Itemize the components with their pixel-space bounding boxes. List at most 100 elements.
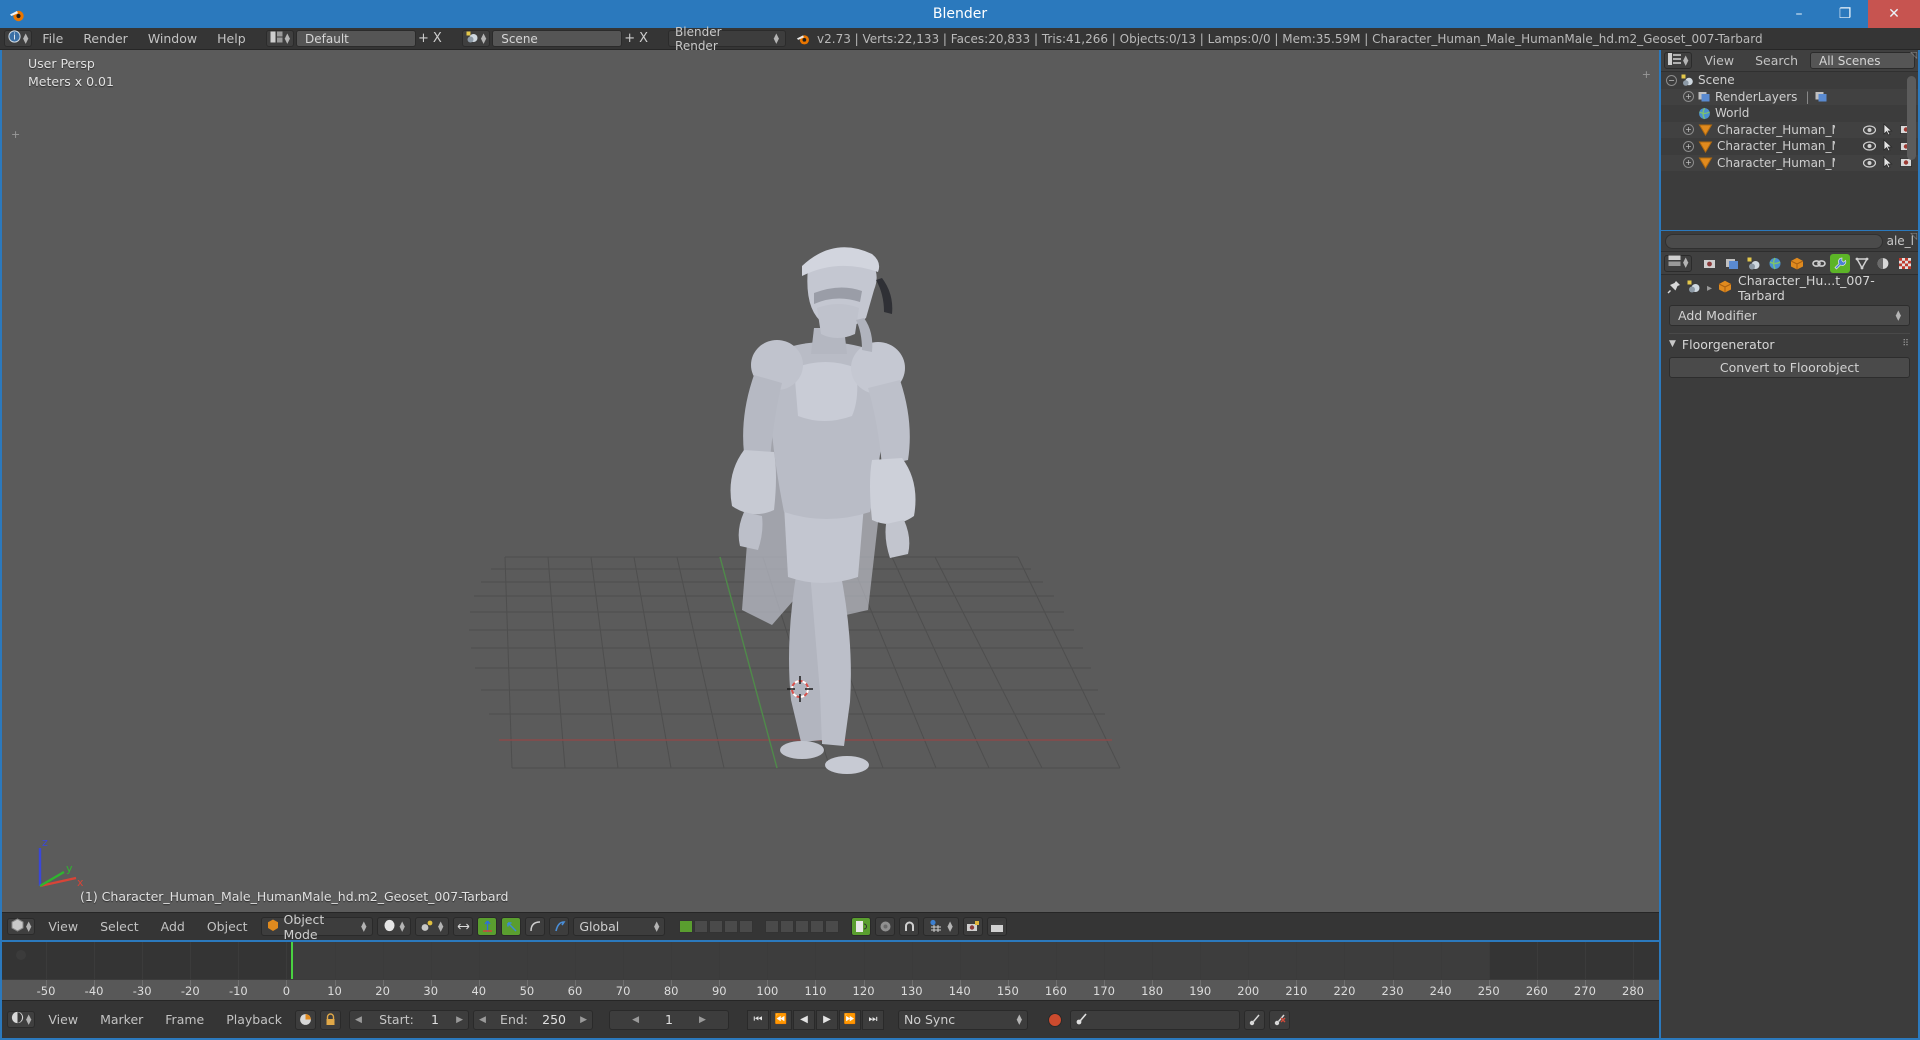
screen-layout-selector[interactable]: ▲ ▼ (265, 30, 295, 47)
eye-icon[interactable] (1862, 124, 1877, 138)
cursor-select-icon[interactable] (1883, 139, 1893, 155)
layer-cell[interactable] (724, 920, 739, 933)
keying-set-field[interactable] (1070, 1009, 1241, 1030)
3d-viewport[interactable]: User Persp Meters x 0.01 (1) Character_H… (2, 50, 1659, 912)
layer-cell[interactable] (694, 920, 709, 933)
viewport-menu-add[interactable]: Add (152, 917, 194, 936)
editor-type-selector[interactable]: i ▲ ▼ (4, 30, 33, 47)
pivot-point-selector[interactable]: ▲ ▼ (414, 917, 450, 936)
viewport-shading-selector[interactable]: ▲ ▼ (376, 917, 411, 936)
interaction-mode-selector[interactable]: Object Mode ▲ ▼ (260, 912, 373, 942)
previous-keyframe-button[interactable]: ⏪ (770, 1009, 793, 1030)
scene-layers-group-2[interactable] (765, 920, 840, 933)
floorgenerator-panel-header[interactable]: ▼ Floorgenerator ⠿ (1669, 333, 1910, 352)
record-icon[interactable] (1044, 1012, 1066, 1027)
outliner-menu-search[interactable]: Search (1746, 52, 1807, 69)
lock-icon[interactable] (320, 1009, 342, 1030)
render-engine-selector[interactable]: Blender Render ▲ ▼ (668, 25, 787, 53)
minimize-button[interactable]: – (1776, 0, 1822, 28)
scene-layers-group-1[interactable] (679, 920, 754, 933)
properties-tab-object[interactable] (1787, 254, 1807, 273)
timeline-ruler[interactable]: -50 -40 -30 -20 -10 0 10 20 30 40 50 60 70 80 90 100 110… (2, 979, 1659, 1000)
outliner-menu-view[interactable]: View (1695, 52, 1743, 69)
breadcrumb-object-icon[interactable] (1718, 280, 1732, 296)
timeline-menu-marker[interactable]: Marker (91, 1010, 152, 1029)
outliner-row[interactable]: + Character_Human_Male (1661, 138, 1918, 155)
properties-tab-constraints[interactable] (1809, 254, 1829, 273)
timeline-editor-type-selector[interactable]: ▲ ▼ (7, 1011, 36, 1028)
properties-tab-data[interactable] (1852, 254, 1872, 273)
expand-toggle-icon[interactable]: + (1683, 124, 1694, 136)
breadcrumb-scene-icon[interactable] (1687, 280, 1701, 296)
properties-region-expand-icon[interactable]: + (1642, 68, 1651, 81)
scene-selector[interactable]: ▲ ▼ (461, 30, 491, 47)
sync-mode-selector[interactable]: No Sync ▲ ▼ (898, 1009, 1029, 1030)
outliner-row[interactable]: World (1661, 105, 1918, 122)
scene-field[interactable]: Scene (492, 30, 623, 47)
area-corner-grip[interactable]: ◹ (1910, 51, 1917, 61)
cursor-select-icon[interactable] (1883, 122, 1893, 139)
translate-manipulator-button[interactable] (477, 917, 498, 936)
movie-clip-button[interactable] (986, 917, 1007, 936)
next-keyframe-button[interactable]: ⏩ (839, 1009, 862, 1030)
add-modifier-button[interactable]: Add Modifier ▲ ▼ (1669, 305, 1910, 326)
timeline-menu-view[interactable]: View (39, 1010, 87, 1029)
jump-to-end-button[interactable]: ⏭ (862, 1009, 885, 1030)
outliner-row[interactable]: + Character_Human_Male (1661, 121, 1918, 139)
properties-tab-world[interactable] (1765, 254, 1785, 273)
current-frame-field[interactable]: ◀ 1 ▶ (609, 1009, 730, 1030)
expand-toggle-icon[interactable]: + (1683, 157, 1694, 169)
layer-cell[interactable] (780, 920, 795, 933)
menu-render[interactable]: Render (73, 30, 138, 47)
renderlayers-icon[interactable] (1815, 91, 1828, 103)
layer-cell[interactable] (825, 920, 840, 933)
scene-add-button[interactable]: + (622, 31, 637, 46)
layer-cell[interactable] (810, 920, 825, 933)
maximize-button[interactable]: ❐ (1822, 0, 1868, 28)
scale-manipulator-button[interactable] (525, 917, 546, 936)
menu-file[interactable]: File (32, 30, 73, 47)
timeline-menu-frame[interactable]: Frame (156, 1010, 213, 1029)
manipulator-extra-button[interactable] (549, 917, 570, 936)
remove-keyframe-button[interactable] (1269, 1009, 1291, 1030)
rotate-manipulator-button[interactable] (501, 917, 522, 936)
layer-cell[interactable] (739, 920, 754, 933)
viewport-menu-object[interactable]: Object (198, 917, 257, 936)
pin-icon[interactable] (1667, 280, 1681, 297)
add-camera-button[interactable] (962, 917, 983, 936)
timeline-playhead[interactable] (291, 942, 294, 979)
outliner-editor[interactable]: ▲ ▼ View Search All Scenes − Scene + RenderL… (1661, 50, 1918, 230)
manipulator-toggle-button[interactable] (453, 917, 474, 936)
toolshelf-expand-icon[interactable]: + (11, 128, 20, 141)
properties-tab-scene[interactable] (1744, 254, 1764, 273)
chevron-right-icon[interactable]: ▶ (456, 1015, 463, 1025)
timeline-menu-playback[interactable]: Playback (217, 1010, 291, 1029)
outliner-tree[interactable]: − Scene + RenderLayers | World + Character_Huma… (1661, 72, 1918, 230)
properties-editor[interactable]: ale_l ▲ ▼ ▸ Character_Hu...t_007-Tarbard… (1661, 231, 1918, 1038)
outliner-row[interactable]: + Character_Human_Male (1661, 154, 1918, 171)
timeline-editor[interactable]: -50 -40 -30 -20 -10 0 10 20 30 40 50 60 70 80 90 100 110… (2, 942, 1659, 1000)
transform-orientation-selector[interactable]: Global ▲ ▼ (573, 917, 666, 936)
properties-tab-render[interactable] (1700, 254, 1720, 273)
scene-delete-button[interactable]: X (637, 31, 650, 46)
convert-to-floorobject-button[interactable]: Convert to Floorobject (1669, 357, 1910, 378)
expand-toggle-icon[interactable]: + (1683, 140, 1694, 152)
lock-to-scene-button[interactable] (851, 917, 872, 936)
viewport-editor-type-selector[interactable]: ▲ ▼ (7, 917, 36, 935)
eye-icon[interactable] (1862, 157, 1877, 171)
properties-search-input[interactable] (1665, 233, 1883, 249)
outliner-display-mode[interactable]: All Scenes (1810, 52, 1915, 69)
outliner-row[interactable]: + RenderLayers | (1661, 88, 1918, 105)
layer-cell[interactable] (765, 920, 780, 933)
render-preview-button[interactable] (875, 917, 896, 936)
screen-add-button[interactable]: + (416, 31, 431, 46)
layer-cell[interactable] (679, 920, 694, 933)
menu-window[interactable]: Window (138, 30, 207, 47)
snap-magnet-button[interactable] (899, 917, 920, 936)
properties-tab-render-layers[interactable] (1722, 254, 1742, 273)
outliner-editor-type-selector[interactable]: ▲ ▼ (1664, 52, 1693, 69)
outliner-scrollbar[interactable] (1907, 76, 1916, 160)
properties-editor-type-selector[interactable]: ▲ ▼ (1664, 254, 1693, 272)
add-keyframe-button[interactable] (1244, 1009, 1266, 1030)
outliner-row[interactable]: − Scene (1661, 72, 1918, 89)
